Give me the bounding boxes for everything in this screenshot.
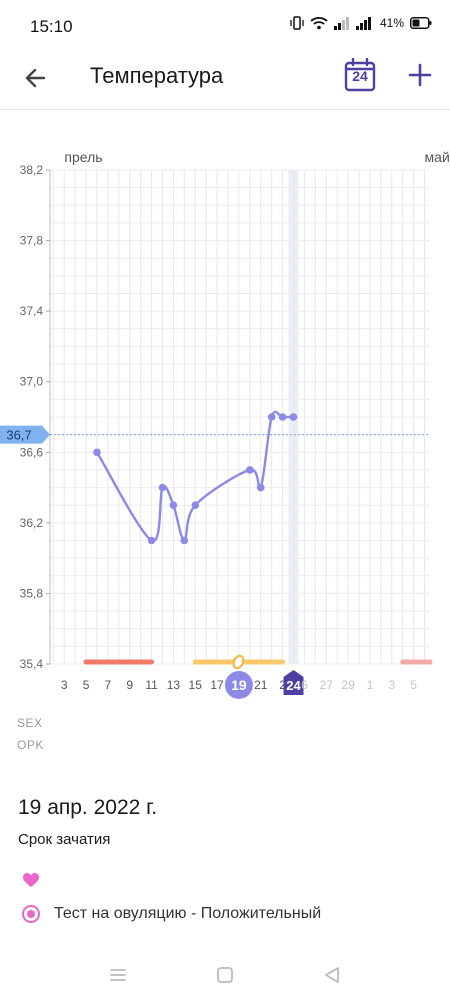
temperature-chart[interactable]: 38,2 37,8 37,4 37,0 36,6 36,2 35,8 35,4 прель май… — [0, 140, 450, 710]
temperature-point — [169, 501, 178, 510]
y-tick-label: 37,4 — [20, 304, 44, 318]
status-time: 15:10 — [30, 17, 73, 36]
y-tick-label: 38,2 — [20, 163, 44, 177]
month-label: май — [425, 149, 450, 165]
x-tick-label: 7 — [105, 678, 112, 692]
system-nav-bar — [0, 955, 450, 1000]
x-tick-label: 9 — [126, 678, 133, 692]
arrow-left-icon — [25, 68, 46, 88]
temperature-point — [191, 501, 200, 510]
back-triangle-icon — [325, 967, 339, 983]
temperature-point — [267, 413, 276, 421]
x-tick-label: 6 — [301, 678, 308, 692]
ovulation-marker — [232, 654, 245, 670]
home-square-icon — [217, 967, 233, 983]
x-tick-label: 3 — [388, 678, 395, 692]
heart-icon — [23, 873, 39, 887]
temperature-point — [147, 536, 156, 545]
x-tick-label: 21 — [254, 678, 268, 692]
x-tick-label: 11 — [145, 678, 158, 692]
temperature-point — [158, 483, 167, 492]
cycle-phase: Срок зачатия — [18, 831, 111, 848]
temperature-point — [93, 448, 101, 457]
battery-percent: 41% — [379, 16, 404, 30]
y-tick-label: 35,4 — [20, 657, 44, 671]
x-tick-label: 3 — [61, 678, 68, 692]
plus-icon — [408, 63, 432, 87]
temperature-point — [180, 536, 189, 545]
x-tick-label-today: 24 — [286, 678, 301, 693]
ovulation-test-icon — [22, 905, 40, 923]
x-tick-label: 27 — [320, 678, 334, 692]
temperature-chart-svg[interactable]: 38,2 37,8 37,4 37,0 36,6 36,2 35,8 35,4 прель май… — [0, 140, 450, 710]
vibrate-icon — [290, 16, 304, 30]
y-tick-label: 37,0 — [20, 375, 44, 389]
x-tick-label: 5 — [83, 678, 90, 692]
signal-icon — [333, 16, 349, 30]
selected-date: 19 апр. 2022 г. — [18, 796, 158, 819]
temperature-point — [289, 413, 298, 421]
x-tick-label: 17 — [210, 678, 224, 692]
wifi-icon — [310, 17, 328, 30]
y-tick-label: 36,6 — [20, 445, 44, 459]
x-tick-label: 13 — [167, 678, 181, 692]
back-button[interactable] — [20, 62, 52, 94]
x-tick-label: 29 — [341, 678, 355, 692]
x-tick-label: 15 — [189, 678, 203, 692]
calendar-day: 24 — [352, 68, 368, 84]
menu-icon — [110, 969, 126, 981]
add-button[interactable] — [405, 60, 435, 90]
y-tick-label: 37,8 — [20, 234, 44, 248]
month-label: прель — [64, 149, 102, 165]
y-tick-label: 36,2 — [20, 516, 44, 530]
x-tick-label-selected: 19 — [231, 677, 247, 693]
page-title: Температура — [90, 63, 224, 88]
sex-row-label: SEX — [17, 716, 43, 730]
x-tick-label: 5 — [410, 678, 417, 692]
home-button[interactable] — [213, 963, 237, 987]
y-tick-label: 35,8 — [20, 586, 44, 600]
ovulation-test-result: Тест на овуляцию - Положительный — [54, 905, 322, 922]
opk-row-label: OPK — [17, 738, 44, 752]
status-bar: 15:10 41% — [0, 0, 450, 54]
status-icons: 41% — [290, 16, 432, 30]
calendar-button[interactable]: 24 — [344, 58, 376, 92]
coverline-label: 36,7 — [6, 428, 31, 443]
signal-icon-2 — [355, 16, 371, 30]
back-nav-button[interactable] — [320, 963, 344, 987]
x-tick-label: 1 — [367, 678, 374, 692]
app-bar: Температура 24 — [0, 54, 450, 110]
temperature-point — [256, 483, 265, 492]
recents-button[interactable] — [106, 963, 130, 987]
temperature-point — [246, 466, 254, 474]
temperature-point — [278, 413, 287, 421]
battery-icon — [410, 17, 432, 29]
